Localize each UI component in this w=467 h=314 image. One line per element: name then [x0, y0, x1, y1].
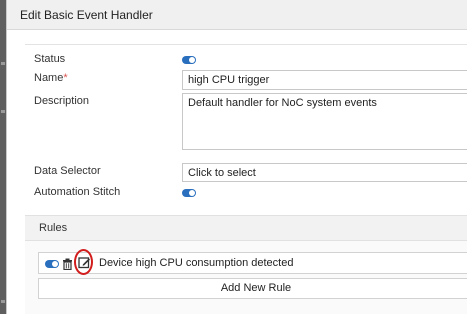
edge-notch — [1, 110, 5, 113]
description-label: Description — [34, 95, 90, 107]
rules-header-label: Rules — [39, 222, 68, 234]
name-input[interactable]: high CPU trigger — [182, 70, 467, 90]
automation-stitch-toggle[interactable] — [182, 189, 196, 197]
edge-notch — [1, 300, 5, 303]
add-new-rule-button[interactable]: Add New Rule — [38, 278, 467, 299]
rule-text: Device high CPU consumption detected — [99, 257, 294, 269]
name-label: Name* — [34, 72, 68, 84]
description-textarea-value: Default handler for NoC system events — [188, 97, 377, 109]
rule-row: Device high CPU consumption detected — [38, 249, 467, 275]
edit-event-handler-dialog: Edit Basic Event Handler Status Name* hi… — [6, 0, 467, 314]
data-selector-field[interactable]: Click to select — [182, 163, 467, 182]
rule-toggle-icon[interactable] — [45, 260, 59, 268]
status-row: Status — [25, 53, 467, 71]
edge-notch — [1, 62, 5, 65]
dialog-title: Edit Basic Event Handler — [20, 8, 153, 22]
form-section: Status Name* high CPU trigger Descriptio… — [25, 44, 467, 200]
dialog-titlebar: Edit Basic Event Handler — [7, 0, 467, 30]
name-input-value: high CPU trigger — [188, 74, 270, 86]
rules-area: Device high CPU consumption detected Add… — [25, 241, 467, 314]
status-toggle[interactable] — [182, 56, 196, 64]
automation-stitch-label: Automation Stitch — [34, 186, 121, 198]
rules-header: Rules — [25, 215, 467, 241]
automation-stitch-row: Automation Stitch — [25, 186, 467, 204]
highlight-circle-annotation — [74, 249, 93, 275]
status-label: Status — [34, 53, 66, 65]
data-selector-label: Data Selector — [34, 165, 101, 177]
required-mark: * — [63, 72, 68, 84]
data-selector-value: Click to select — [188, 167, 256, 179]
description-textarea[interactable]: Default handler for NoC system events — [182, 93, 467, 150]
trash-icon[interactable] — [62, 257, 73, 275]
